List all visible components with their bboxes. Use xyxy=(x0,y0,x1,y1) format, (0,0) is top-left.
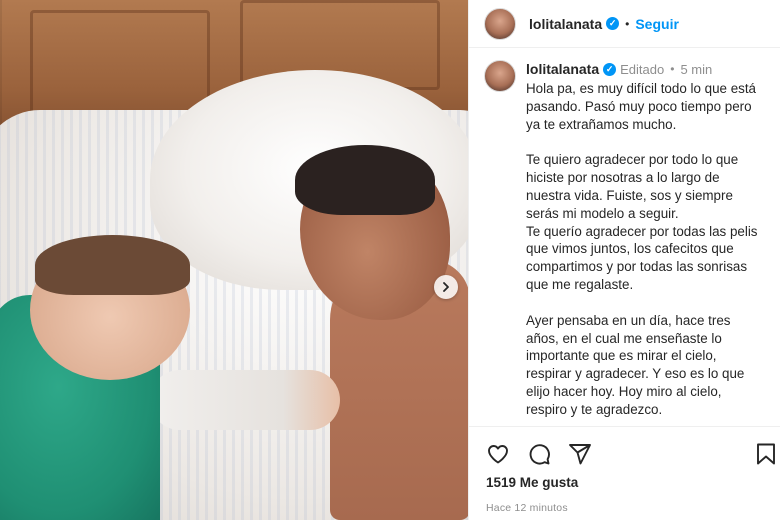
photo-headboard-panel xyxy=(30,10,210,120)
caption-line: Te quiero agradecer por todo lo que xyxy=(526,152,739,168)
follow-button[interactable]: Seguir xyxy=(635,16,679,32)
caption-line: hiciste por nosotras a lo largo de xyxy=(526,170,720,186)
caption-line: nuestra vida. Fuiste, sos y siempre xyxy=(526,187,733,203)
avatar[interactable] xyxy=(484,7,516,40)
post-photo[interactable] xyxy=(0,0,468,520)
caption-username[interactable]: lolitalanata xyxy=(526,61,599,77)
header-username[interactable]: lolitalanata xyxy=(529,16,602,32)
caption-line: elijo hacer hoy. Hoy miro al cielo, xyxy=(526,383,722,399)
caption-line: importante que es mirar el cielo, xyxy=(526,348,717,364)
post-actions: 1519 Me gusta Hace 12 minutos xyxy=(469,426,780,520)
bookmark-icon xyxy=(757,443,775,465)
caption-line: años, en el cual me enseñaste lo xyxy=(526,330,722,346)
heart-icon xyxy=(488,445,508,464)
photo-man-hair xyxy=(295,145,435,215)
caption-meta: lolitalanata ✓ Editado • 5 min xyxy=(526,60,774,78)
caption-avatar[interactable] xyxy=(484,60,516,92)
share-button[interactable] xyxy=(567,441,593,467)
caption-line: Hola pa, es muy difícil todo lo que está xyxy=(526,81,757,96)
caption-line: serás mi modelo a seguir. xyxy=(526,205,679,221)
post-sidebar: lolitalanata ✓ • Seguir lolitalanata ✓ E… xyxy=(468,0,780,520)
save-button[interactable] xyxy=(753,441,779,467)
post-header: lolitalanata ✓ • Seguir xyxy=(469,0,780,48)
photo-child-arm xyxy=(150,370,340,430)
comment-button[interactable] xyxy=(526,441,552,467)
caption-line: que vimos juntos, los cafecitos que xyxy=(526,241,734,257)
caption-line: compartimos y por todas las sonrisas xyxy=(526,259,748,275)
like-button[interactable] xyxy=(485,441,511,467)
separator-dot: • xyxy=(670,62,675,76)
caption-line: respiro y te agradezco. xyxy=(526,401,663,417)
caption-line: que me regalaste. xyxy=(526,276,634,292)
separator-dot: • xyxy=(625,16,630,31)
caption-text: Hola pa, es muy difícil todo lo que está… xyxy=(526,80,774,419)
caption-line: Ayer pensaba en un día, hace tres xyxy=(526,312,731,328)
caption-line: Te querío agradecer por todas las pelis xyxy=(526,223,758,239)
caption-body: lolitalanata ✓ Editado • 5 min Hola pa, … xyxy=(526,60,774,425)
caption: lolitalanata ✓ Editado • 5 min Hola pa, … xyxy=(484,60,774,425)
chevron-right-icon xyxy=(443,282,449,292)
caption-timestamp[interactable]: 5 min xyxy=(680,62,712,77)
verified-badge-icon: ✓ xyxy=(603,62,617,76)
action-icons xyxy=(485,441,593,467)
send-icon xyxy=(569,444,591,465)
photo-child-hair xyxy=(35,235,190,295)
edited-label: Editado xyxy=(620,61,665,77)
caption-line: pasando. Pasó muy poco tiempo pero xyxy=(526,98,752,114)
caption-line: ya te extrañamos mucho. xyxy=(526,116,677,132)
likes-count[interactable]: 1519 Me gusta xyxy=(486,475,578,490)
verified-badge-icon: ✓ xyxy=(606,17,620,30)
comment-icon xyxy=(529,444,550,465)
post-timestamp[interactable]: Hace 12 minutos xyxy=(486,502,568,514)
next-image-button[interactable] xyxy=(434,275,458,299)
caption-line: respirar y agradecer. Y eso es lo que xyxy=(526,366,745,382)
